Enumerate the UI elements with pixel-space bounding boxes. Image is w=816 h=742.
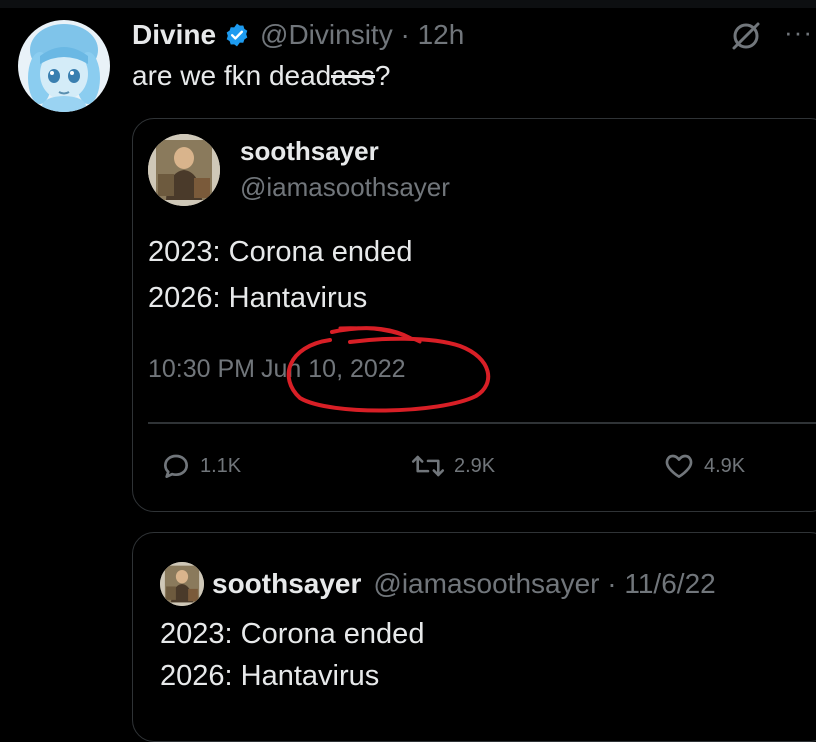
more-options-icon[interactable]: ··· (784, 19, 816, 46)
second-quoted-header: soothsayer @iamasoothsayer · 11/6/22 (212, 564, 716, 604)
like-button[interactable]: 4.9K (662, 446, 745, 486)
quoted-handle[interactable]: @iamasoothsayer (240, 172, 450, 203)
quoted-time: 10:30 PM (148, 355, 256, 383)
tweet-header: Divine @Divinsity · 12h (132, 16, 464, 54)
quoted-text-line: 2023: Corona ended (148, 236, 413, 268)
second-quoted-text-line: 2023: Corona ended (160, 618, 425, 650)
heart-icon (665, 454, 693, 478)
retweet-icon (411, 455, 445, 477)
reply-icon (164, 454, 188, 478)
second-quoted-avatar[interactable] (160, 562, 204, 606)
second-quoted-text-line: 2026: Hantavirus (160, 660, 380, 692)
tweet-text-struck: ass (331, 60, 375, 91)
quoted-display-name[interactable]: soothsayer (240, 136, 379, 167)
handle-and-time[interactable]: @Divinsity · 12h (260, 19, 464, 51)
quoted-avatar[interactable] (148, 134, 220, 206)
retweet-button[interactable]: 2.9K (410, 446, 495, 486)
top-divider (0, 0, 816, 8)
tweet-text: are we fkn deadass? (132, 60, 390, 92)
portrait-painting-icon (148, 134, 220, 206)
reply-button[interactable]: 1.1K (160, 446, 241, 486)
avatar[interactable] (18, 20, 110, 112)
retweet-count: 2.9K (454, 454, 496, 477)
portrait-painting-icon (160, 562, 204, 606)
quoted-divider (148, 422, 816, 424)
verified-badge-icon (224, 22, 250, 48)
quoted-text-line: 2026: Hantavirus (148, 282, 368, 314)
quoted-date: Jun 10, 2022 (261, 355, 406, 383)
second-quoted-display-name[interactable]: soothsayer (212, 568, 361, 600)
tweet-text-main: are we fkn dead (132, 60, 332, 91)
like-count: 4.9K (704, 454, 746, 477)
avatar-anime-icon (18, 20, 110, 112)
reply-count: 1.1K (200, 454, 242, 477)
display-name[interactable]: Divine (132, 19, 216, 51)
tweet-text-end: ? (374, 60, 391, 91)
grok-icon[interactable] (728, 18, 764, 54)
second-quoted-handle-date[interactable]: @iamasoothsayer · 11/6/22 (373, 568, 715, 600)
quoted-timestamp[interactable]: 10:30 PM Jun 10, 2022 (148, 355, 406, 384)
